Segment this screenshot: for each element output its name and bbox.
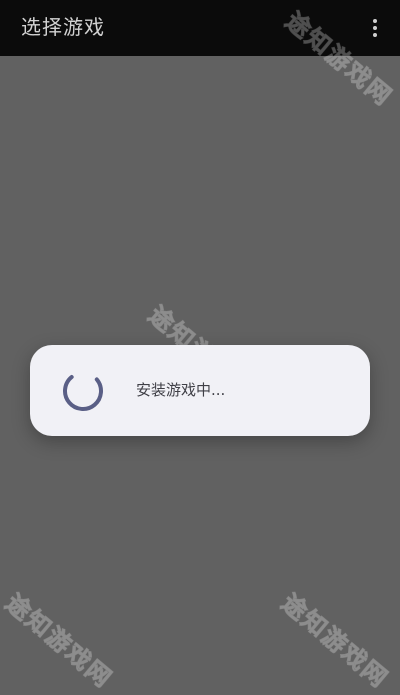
loading-spinner-icon [63,371,103,411]
watermark: 途知游戏网 [276,588,395,694]
menu-dot [373,33,377,37]
app-bar: 选择游戏 [0,0,400,56]
menu-dot [373,19,377,23]
loading-dialog: 安装游戏中... [30,345,370,436]
watermark: 途知游戏网 [0,588,118,694]
more-vert-icon[interactable] [366,16,384,40]
menu-dot [373,26,377,30]
dialog-message: 安装游戏中... [136,381,226,399]
screen: 选择游戏 途知游戏网 途知游戏网 途知游戏网 途知游戏网 安装游戏中... [0,0,400,695]
spinner-arc [63,371,103,411]
app-title: 选择游戏 [21,15,105,39]
